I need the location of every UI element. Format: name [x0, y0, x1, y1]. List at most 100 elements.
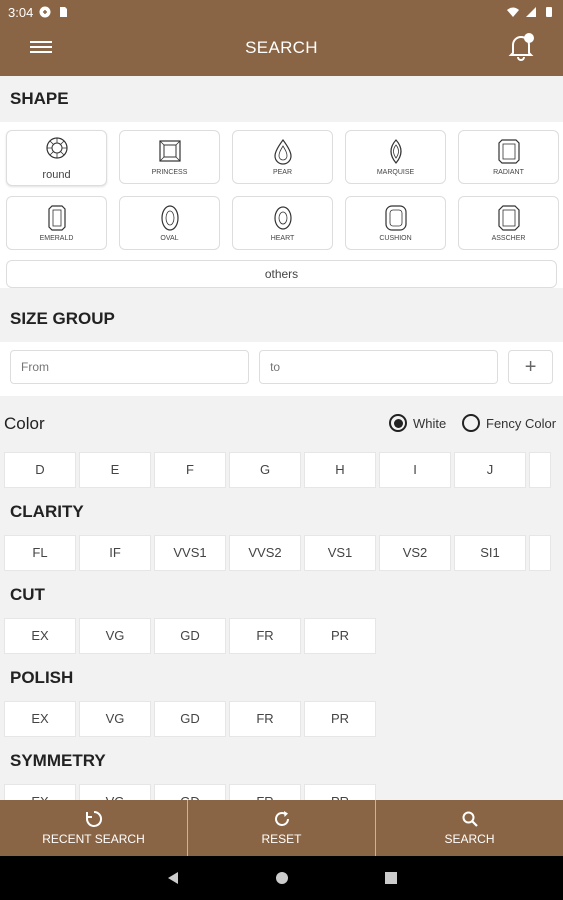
shape-cushion-button[interactable]: CUSHION — [345, 196, 446, 250]
reset-label: RESET — [261, 832, 302, 846]
recent-search-button[interactable]: RECENT SEARCH — [0, 800, 188, 856]
bottom-action-bar: RECENT SEARCH RESET SEARCH — [0, 800, 563, 856]
cut-options: EX VG GD FR PR — [0, 618, 563, 654]
clarity-chip[interactable]: IF — [79, 535, 151, 571]
polish-options: EX VG GD FR PR — [0, 701, 563, 737]
polish-chip[interactable]: VG — [79, 701, 151, 737]
symmetry-heading: SYMMETRY — [10, 750, 106, 770]
size-to-input[interactable] — [259, 350, 499, 384]
shape-label: HEART — [270, 235, 295, 242]
color-fancy-radio[interactable]: Fency Color — [462, 414, 556, 432]
app-bar: SEARCH — [0, 24, 563, 76]
shape-label: CUSHION — [379, 235, 412, 242]
system-nav-bar — [0, 856, 563, 900]
color-chip[interactable]: E — [79, 452, 151, 488]
marquise-diamond-icon — [389, 139, 402, 164]
clarity-options: FL IF VVS1 VVS2 VS1 VS2 SI1 — [0, 535, 563, 571]
color-white-radio[interactable]: White — [389, 414, 446, 432]
wifi-icon — [507, 7, 519, 17]
color-chip[interactable]: G — [229, 452, 301, 488]
color-heading: Color — [4, 414, 45, 433]
home-icon[interactable] — [275, 871, 289, 885]
symmetry-chip[interactable]: GD — [154, 784, 226, 800]
color-chip[interactable]: I — [379, 452, 451, 488]
notification-bell-icon[interactable] — [507, 32, 535, 62]
history-icon — [85, 810, 102, 827]
search-label: SEARCH — [444, 832, 495, 846]
clarity-chip[interactable]: FL — [4, 535, 76, 571]
status-bar: 3:04 — [0, 0, 563, 24]
princess-diamond-icon — [158, 140, 181, 162]
size-from-input[interactable] — [10, 350, 250, 384]
clarity-chip[interactable]: VVS2 — [229, 535, 301, 571]
shape-label: RADIANT — [493, 169, 524, 176]
shape-radiant-button[interactable]: RADIANT — [458, 130, 559, 184]
status-time: 3:04 — [8, 4, 34, 20]
recents-icon[interactable] — [384, 871, 398, 885]
polish-chip[interactable]: PR — [304, 701, 376, 737]
back-icon[interactable] — [166, 871, 180, 885]
polish-chip[interactable]: GD — [154, 701, 226, 737]
shape-others-button[interactable]: others — [6, 260, 557, 288]
color-options: D E F G H I J — [0, 452, 563, 488]
polish-chip[interactable]: FR — [229, 701, 301, 737]
symmetry-chip[interactable]: FR — [229, 784, 301, 800]
shape-label: MARQUISE — [376, 169, 415, 176]
clarity-chip[interactable]: VVS1 — [154, 535, 226, 571]
clarity-chip[interactable]: VS1 — [304, 535, 376, 571]
search-icon — [462, 811, 478, 827]
cut-chip[interactable]: FR — [229, 618, 301, 654]
radio-label: White — [413, 415, 447, 431]
reset-button[interactable]: RESET — [188, 800, 376, 856]
cut-chip[interactable]: EX — [4, 618, 76, 654]
shape-princess-button[interactable]: PRINCESS — [119, 130, 220, 184]
shape-label: OVAL — [160, 235, 179, 242]
shape-oval-button[interactable]: OVAL — [119, 196, 220, 250]
polish-chip[interactable]: EX — [4, 701, 76, 737]
shape-emerald-button[interactable]: EMERALD — [6, 196, 107, 250]
clarity-chip[interactable]: SI1 — [454, 535, 526, 571]
size-add-button[interactable]: + — [508, 350, 553, 384]
cut-heading: CUT — [10, 584, 45, 604]
clarity-chip[interactable] — [529, 535, 551, 571]
cushion-diamond-icon — [384, 205, 407, 231]
search-form: SHAPE round PRINCESS PEAR MARQUISE RADIA… — [0, 76, 563, 800]
shape-label: EMERALD — [39, 235, 74, 242]
sd-card-icon — [60, 7, 68, 17]
size-group-heading: SIZE GROUP — [0, 296, 563, 342]
sync-icon — [39, 6, 51, 18]
round-diamond-icon — [45, 137, 68, 159]
clarity-heading: CLARITY — [10, 501, 84, 521]
radio-label: Fency Color — [486, 415, 557, 431]
symmetry-chip[interactable]: EX — [4, 784, 76, 800]
shape-round-button[interactable]: round — [6, 130, 107, 186]
cut-chip[interactable]: GD — [154, 618, 226, 654]
recent-search-label: RECENT SEARCH — [42, 832, 145, 846]
radio-unselected-icon — [462, 414, 480, 432]
symmetry-chip[interactable]: VG — [79, 784, 151, 800]
search-button[interactable]: SEARCH — [376, 800, 563, 856]
battery-icon — [546, 7, 552, 17]
color-chip[interactable]: J — [454, 452, 526, 488]
shape-asscher-button[interactable]: ASSCHER — [458, 196, 559, 250]
cut-chip[interactable]: PR — [304, 618, 376, 654]
signal-icon — [526, 7, 536, 17]
color-chip[interactable]: F — [154, 452, 226, 488]
heart-diamond-icon — [273, 206, 292, 230]
shape-pear-button[interactable]: PEAR — [232, 130, 333, 184]
shape-label: round — [42, 169, 71, 181]
shape-label: PEAR — [272, 169, 293, 176]
size-group-row: + — [0, 342, 563, 396]
shape-heart-button[interactable]: HEART — [232, 196, 333, 250]
shape-label: PRINCESS — [151, 169, 188, 176]
clarity-chip[interactable]: VS2 — [379, 535, 451, 571]
cut-chip[interactable]: VG — [79, 618, 151, 654]
color-chip[interactable]: D — [4, 452, 76, 488]
color-chip[interactable]: H — [304, 452, 376, 488]
asscher-diamond-icon — [497, 205, 520, 231]
radiant-diamond-icon — [497, 139, 520, 164]
symmetry-options: EX VG GD FR PR — [0, 784, 563, 800]
shape-marquise-button[interactable]: MARQUISE — [345, 130, 446, 184]
color-chip[interactable] — [529, 452, 551, 488]
symmetry-chip[interactable]: PR — [304, 784, 376, 800]
